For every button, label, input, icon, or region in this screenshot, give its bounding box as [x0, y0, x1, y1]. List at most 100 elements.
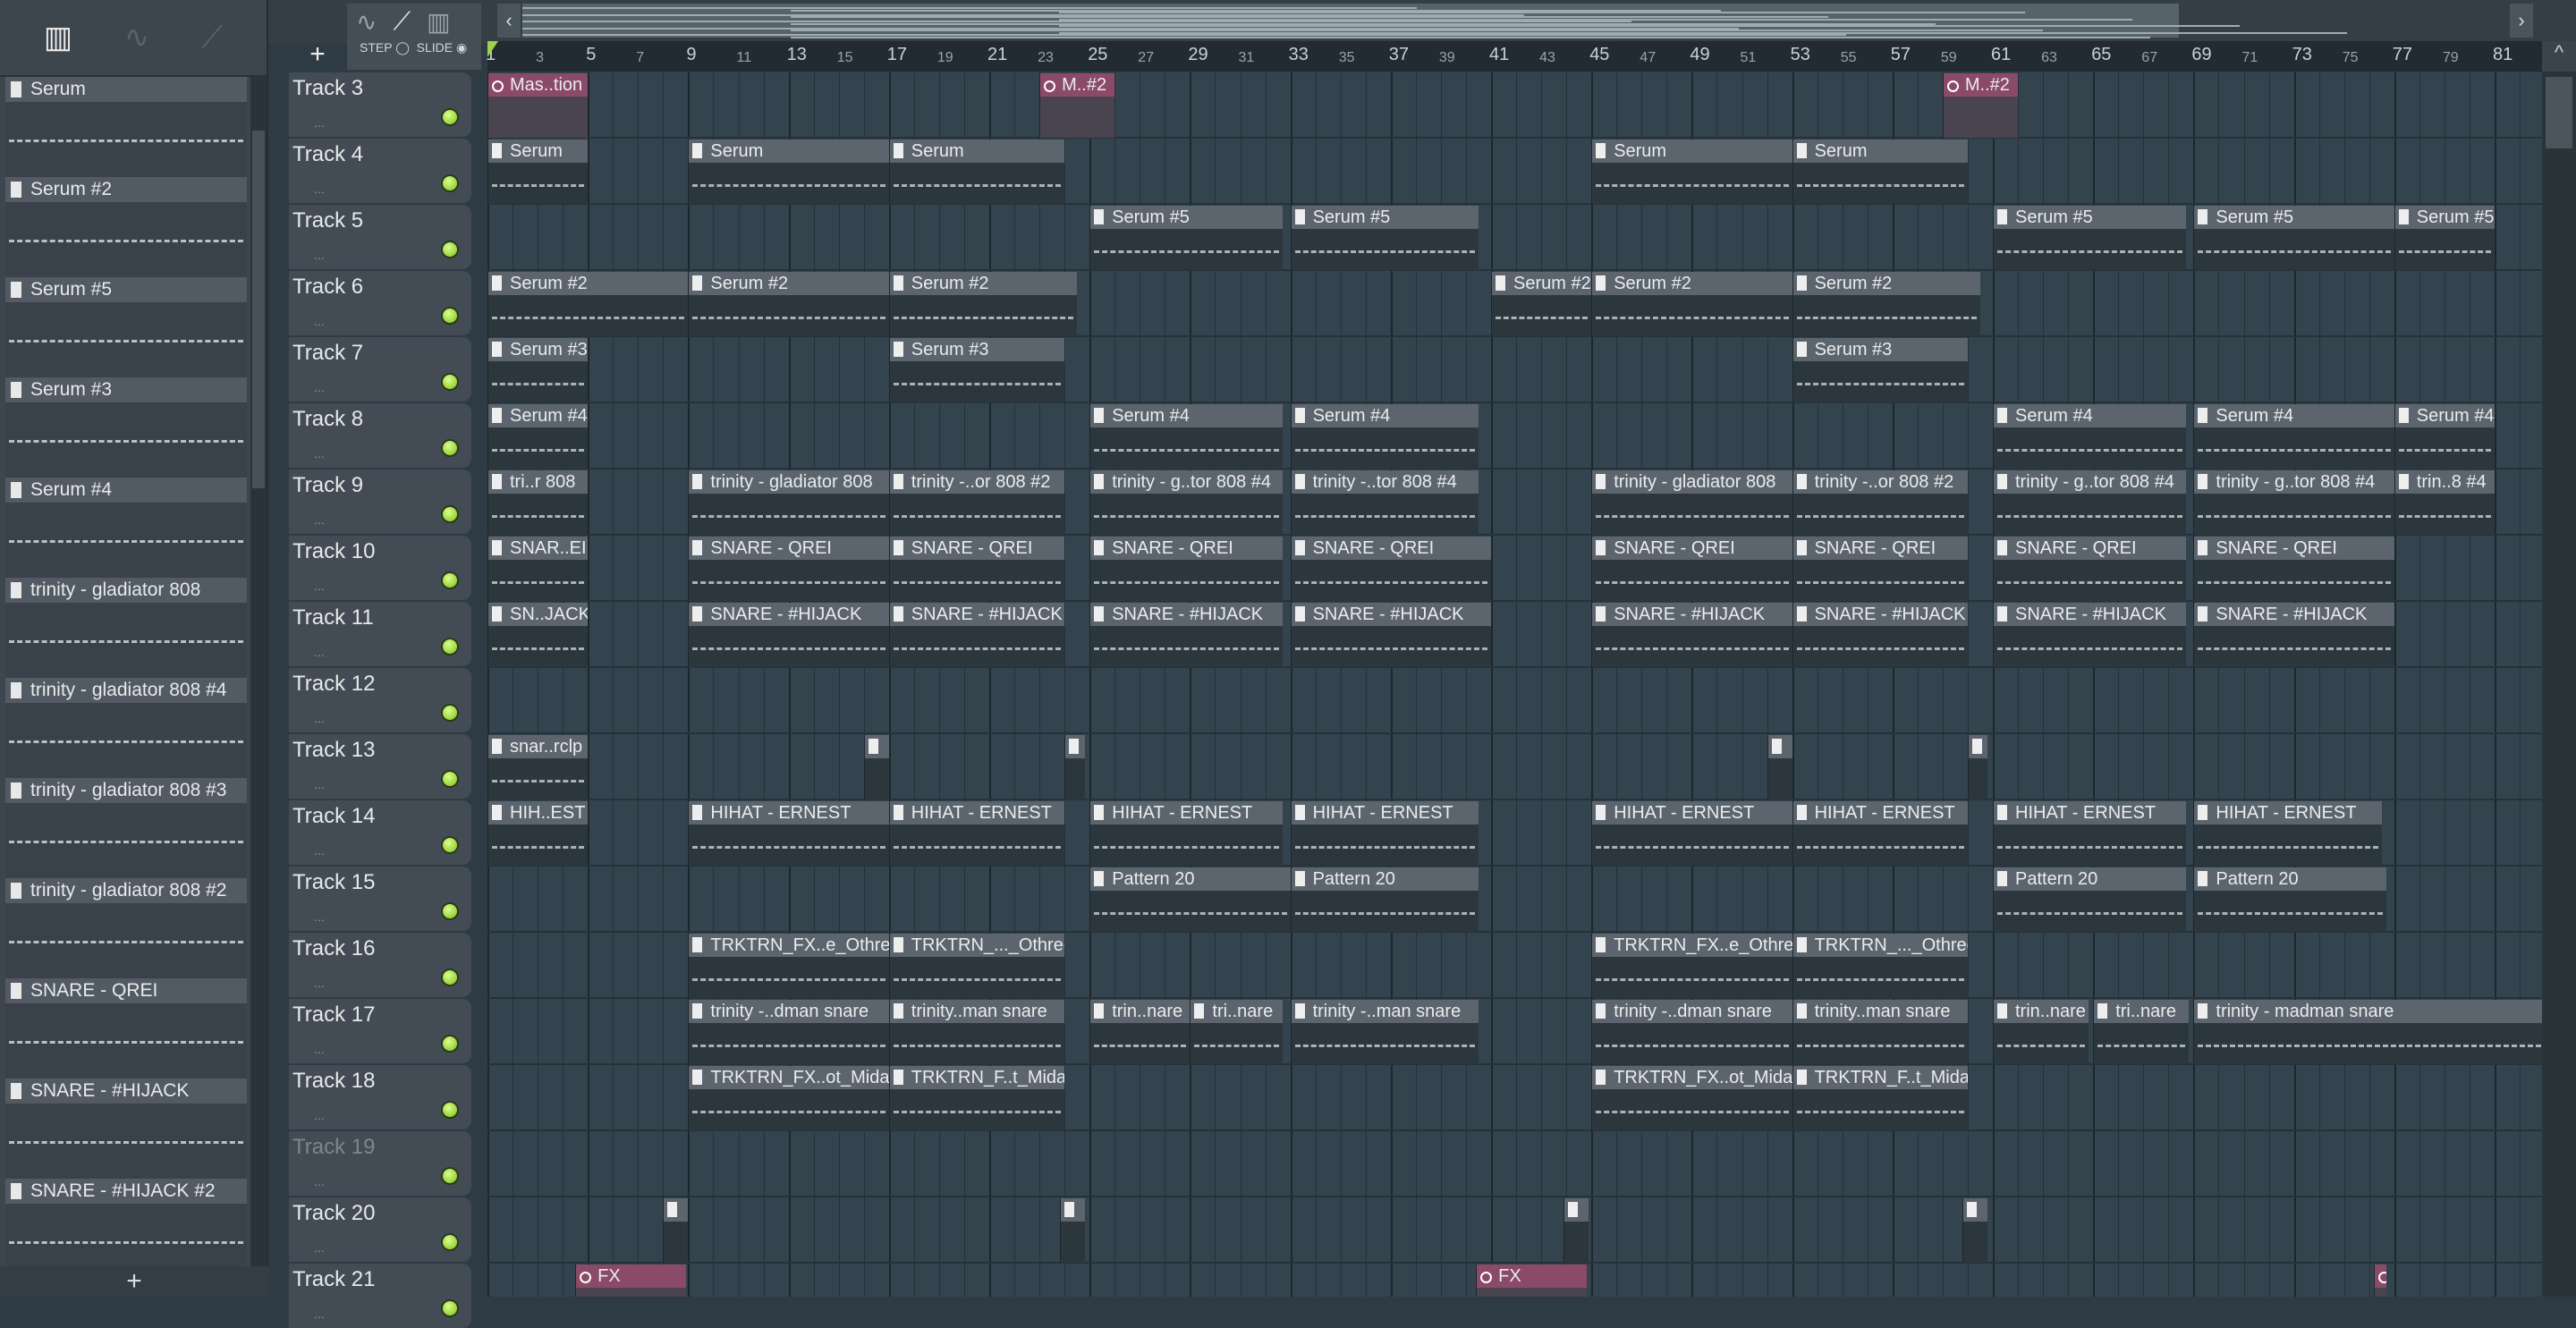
pattern-clip[interactable]: Serum #4 [1993, 404, 2186, 469]
pattern-clip[interactable] [1962, 1198, 1988, 1263]
pattern-clip[interactable]: Pattern 20 [1290, 867, 1479, 932]
track-menu-icon[interactable]: ... [314, 115, 325, 130]
picker-item[interactable]: trinity - gladiator 808 #4 [5, 678, 247, 778]
track-header[interactable]: Track 10... [289, 536, 471, 600]
pattern-clip[interactable]: SNARE - #HIJACK [2193, 603, 2394, 667]
track-header[interactable]: Track 5... [289, 205, 471, 269]
track-header[interactable]: Track 16... [289, 933, 471, 997]
pattern-clip[interactable]: HIHAT - ERNEST [1792, 801, 1968, 866]
pattern-clip[interactable]: Serum [688, 140, 889, 204]
pattern-clip[interactable]: SNARE - QREI [1089, 537, 1284, 601]
track-header[interactable]: Track 14... [289, 800, 471, 865]
pattern-clip[interactable]: TRKTRN_FX..e_Othree [688, 934, 889, 998]
scroll-right-button[interactable]: › [2510, 4, 2533, 38]
pattern-clip[interactable]: Serum #2 [1491, 272, 1592, 336]
track-header[interactable]: Track 17... [289, 999, 471, 1063]
pattern-clip[interactable]: SNARE - #HIJACK [1993, 603, 2186, 667]
automation-clip[interactable] [2374, 1265, 2387, 1297]
track-header[interactable]: Track 13... [289, 734, 471, 799]
pattern-clip[interactable]: SNARE - QREI [1792, 537, 1968, 601]
pattern-clip[interactable]: Serum #3 [888, 338, 1065, 402]
automation-clip[interactable]: FX [575, 1265, 686, 1297]
picker-item[interactable]: SNARE - #HIJACK [5, 1078, 247, 1179]
pattern-clip[interactable]: tri..nare [1190, 1000, 1284, 1064]
track-mute-led[interactable] [441, 1233, 459, 1251]
track-mute-led[interactable] [441, 902, 459, 920]
pattern-clip[interactable]: SNARE - QREI [688, 537, 889, 601]
track-mute-led[interactable] [441, 770, 459, 788]
picker-item[interactable]: Serum #2 [5, 177, 247, 277]
automation-clip[interactable]: M..#2 [1039, 73, 1115, 138]
pattern-clip[interactable]: Pattern 20 [2193, 867, 2387, 932]
automation-clip[interactable]: FX [1476, 1265, 1587, 1297]
pattern-clip[interactable]: Serum #5 [1993, 206, 2186, 270]
picker-item[interactable]: trinity - gladiator 808 [5, 578, 247, 678]
track-header[interactable]: Track 18... [289, 1065, 471, 1129]
pattern-clip[interactable] [1967, 735, 1988, 799]
track-menu-icon[interactable]: ... [314, 711, 325, 725]
picker-add-button[interactable]: + [0, 1266, 268, 1297]
track-mute-led[interactable] [441, 969, 459, 986]
pattern-clip[interactable]: TRKTRN_FX..ot_Midas [1591, 1066, 1792, 1130]
track-mute-led[interactable] [441, 174, 459, 192]
pattern-clip[interactable] [1064, 735, 1085, 799]
track-mute-led[interactable] [441, 307, 459, 325]
picker-item[interactable]: Serum #5 [5, 277, 247, 377]
track-menu-icon[interactable]: ... [314, 909, 325, 924]
pattern-clip[interactable]: Serum [888, 140, 1065, 204]
track-menu-icon[interactable]: ... [314, 976, 325, 990]
track-menu-icon[interactable]: ... [314, 512, 325, 527]
pattern-clip[interactable]: SNAR..EI [487, 537, 589, 601]
track-menu-icon[interactable]: ... [314, 1240, 325, 1255]
pattern-clip[interactable]: Serum #2 [1792, 272, 1980, 336]
pattern-clip[interactable]: Serum #2 [1591, 272, 1792, 336]
timeline-ruler[interactable]: 1 3 5 7 9 11 13 15 17 19 21 23 25 27 29 31 33 35 37 39 41 43 4… [486, 41, 2542, 72]
track-menu-icon[interactable]: ... [314, 314, 325, 328]
pattern-clip[interactable]: Serum [1792, 140, 1968, 204]
playlist-grid[interactable]: Mas..tion M..#2 M..#2 Serum Serum Serum Serum S… [487, 72, 2542, 1297]
track-mute-led[interactable] [441, 108, 459, 126]
track-menu-icon[interactable]: ... [314, 380, 325, 394]
track-header[interactable]: Track 11... [289, 602, 471, 666]
pattern-clip[interactable]: Serum #4 [2193, 404, 2394, 469]
track-header[interactable]: Track 12... [289, 668, 471, 732]
pattern-clip[interactable]: SNARE - QREI [1290, 537, 1491, 601]
pattern-clip[interactable]: Serum #5 [1290, 206, 1479, 270]
pattern-clip[interactable]: HIHAT - ERNEST [688, 801, 889, 866]
track-mute-led[interactable] [441, 704, 459, 722]
audio-icon[interactable]: ∿ [124, 20, 150, 55]
automation-clip[interactable]: Mas..tion [487, 73, 589, 138]
pattern-clip[interactable]: TRKTRN_FX..e_Othree [1591, 934, 1792, 998]
pattern-clip[interactable]: Serum #2 [688, 272, 889, 336]
picker-item[interactable]: Serum [5, 77, 247, 177]
pattern-clip[interactable]: Serum [487, 140, 589, 204]
track-mute-led[interactable] [441, 571, 459, 589]
pattern-clip[interactable]: trinity - gladiator 808 [688, 470, 889, 535]
scroll-up-button[interactable]: ^ [2542, 41, 2576, 72]
pattern-clip[interactable]: Serum [1591, 140, 1792, 204]
track-menu-icon[interactable]: ... [314, 182, 325, 196]
pattern-clip[interactable]: Serum #2 [487, 272, 689, 336]
pattern-clip[interactable]: Serum #4 [1089, 404, 1284, 469]
track-mute-led[interactable] [441, 505, 459, 523]
pattern-clip[interactable]: HIHAT - ERNEST [1089, 801, 1284, 866]
track-menu-icon[interactable]: ... [314, 446, 325, 461]
automation-clip[interactable]: M..#2 [1942, 73, 2019, 138]
pattern-clip[interactable]: trin..8 #4 [2394, 470, 2495, 535]
pattern-clip[interactable]: tri..r 808 [487, 470, 589, 535]
track-mute-led[interactable] [441, 836, 459, 854]
pattern-clip[interactable]: Serum #4 [1290, 404, 1479, 469]
pattern-clip[interactable]: HIHAT - ERNEST [1591, 801, 1792, 866]
pattern-clip[interactable]: trinity -..or 808 #2 [888, 470, 1065, 535]
pattern-clip[interactable]: SNARE - #HIJACK [1089, 603, 1284, 667]
picker-item[interactable]: Serum #4 [5, 478, 247, 578]
pattern-clip[interactable]: Serum #5 [2193, 206, 2394, 270]
track-header[interactable]: Track 6... [289, 271, 471, 335]
track-menu-icon[interactable]: ... [314, 1108, 325, 1122]
picker-item[interactable]: Serum #3 [5, 377, 247, 478]
pattern-clip[interactable] [863, 735, 889, 799]
add-track-button[interactable]: + [295, 39, 340, 72]
pattern-clip[interactable] [1563, 1198, 1589, 1263]
scroll-left-button[interactable]: ‹ [497, 4, 521, 38]
track-mute-led[interactable] [441, 241, 459, 258]
